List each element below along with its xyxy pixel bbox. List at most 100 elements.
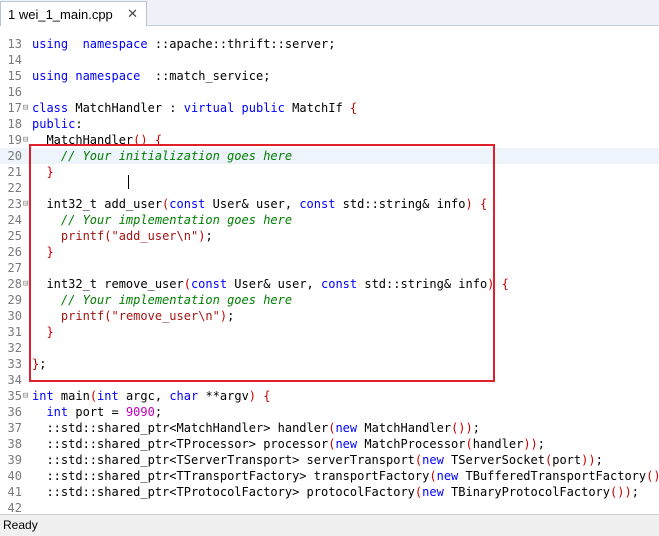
code-line[interactable]: 28 ⊟ int32_t remove_user(const User& user…: [0, 276, 659, 292]
line-number: 14: [7, 53, 22, 67]
line-number: 41: [7, 485, 22, 499]
text-cursor: [128, 175, 129, 189]
code-token: }: [46, 325, 54, 339]
code-token: ) {: [487, 277, 509, 291]
code-token: MatchHandler: [32, 133, 134, 147]
code-token: ;: [595, 453, 603, 467]
code-line[interactable]: 20 // Your initialization goes here: [0, 148, 659, 164]
code-line[interactable]: 23 ⊟ int32_t add_user(const User& user, c…: [0, 196, 659, 212]
code-text: };: [32, 356, 46, 372]
code-text: }: [32, 164, 54, 180]
code-token: )): [523, 437, 538, 451]
code-text: int port = 9090;: [32, 404, 162, 420]
code-line[interactable]: 27: [0, 260, 659, 276]
code-line[interactable]: 26 }: [0, 244, 659, 260]
fold-toggle-icon[interactable]: ⊟: [23, 196, 31, 212]
line-number: 17: [7, 101, 22, 115]
code-token: **argv: [198, 389, 249, 403]
code-token: main: [53, 389, 90, 403]
code-line[interactable]: 31 }: [0, 324, 659, 340]
tab-wei-1-main-cpp[interactable]: 1 wei_1_main.cpp ✕: [0, 1, 147, 26]
line-number: 23: [7, 197, 22, 211]
code-token: int: [32, 389, 54, 403]
code-line[interactable]: 21 }: [0, 164, 659, 180]
code-token: new: [422, 453, 444, 467]
code-line[interactable]: 24 // Your implementation goes here: [0, 212, 659, 228]
code-token: MatchProcessor: [357, 437, 466, 451]
code-token: ) {: [248, 389, 271, 403]
status-text: Ready: [3, 518, 38, 532]
code-line[interactable]: 34: [0, 372, 659, 388]
code-token: }: [46, 165, 54, 179]
code-line[interactable]: 35 ⊟ int main(int argc, char **argv) {: [0, 388, 659, 404]
fold-toggle-icon[interactable]: ⊟: [23, 132, 31, 148]
code-token: std::string& info: [357, 277, 488, 291]
code-token: ()): [610, 485, 632, 499]
line-number: 20: [7, 149, 22, 163]
code-line[interactable]: 14: [0, 52, 659, 68]
code-token: (: [104, 229, 112, 243]
fold-toggle-icon[interactable]: ⊟: [23, 100, 31, 116]
code-editor[interactable]: 13 using namespace ::apache::thrift::serv…: [0, 26, 659, 514]
line-number: 15: [7, 69, 22, 83]
code-token: "add_user\n": [111, 229, 199, 243]
line-number: 32: [7, 341, 22, 355]
code-line[interactable]: 18 public:: [0, 116, 659, 132]
code-line[interactable]: 40 ::std::shared_ptr<TTransportFactory> …: [0, 468, 659, 484]
code-line[interactable]: 15 using namespace ::match_service;: [0, 68, 659, 84]
code-line[interactable]: 38 ::std::shared_ptr<TProcessor> process…: [0, 436, 659, 452]
code-token: namespace: [82, 37, 148, 51]
code-token: namespace: [75, 69, 141, 83]
code-text: using namespace ::apache::thrift::server…: [32, 36, 335, 52]
code-token: port =: [68, 405, 126, 419]
code-line[interactable]: 32: [0, 340, 659, 356]
code-line[interactable]: 17 ⊟ class MatchHandler : virtual public M…: [0, 100, 659, 116]
code-token: new: [422, 485, 444, 499]
code-line[interactable]: 19 ⊟ MatchHandler() {: [0, 132, 659, 148]
code-text: int main(int argc, char **argv) {: [32, 388, 270, 404]
code-token: using: [32, 37, 69, 51]
code-token: "remove_user\n": [111, 309, 220, 323]
code-line[interactable]: 30 printf("remove_user\n");: [0, 308, 659, 324]
code-token: ::std::shared_ptr<TServerTransport> serv…: [32, 453, 415, 467]
code-line[interactable]: 25 printf("add_user\n");: [0, 228, 659, 244]
tab-bar: 1 wei_1_main.cpp ✕: [0, 0, 659, 26]
tab-label: 1 wei_1_main.cpp: [8, 6, 113, 22]
code-token: int: [97, 389, 119, 403]
code-line[interactable]: 36 int port = 9090;: [0, 404, 659, 420]
line-number: 28: [7, 277, 22, 291]
code-text: // Your initialization goes here: [32, 148, 292, 164]
code-token: () {: [133, 133, 163, 147]
code-text: ::std::shared_ptr<MatchHandler> handler (…: [32, 420, 480, 436]
code-token: public: [241, 101, 285, 115]
code-token: }: [46, 245, 54, 259]
line-number: 40: [7, 469, 22, 483]
code-line[interactable]: 42: [0, 500, 659, 514]
code-line[interactable]: 29 // Your implementation goes here: [0, 292, 659, 308]
status-bar: Ready: [0, 514, 659, 536]
fold-toggle-icon[interactable]: ⊟: [23, 276, 31, 292]
code-text: class MatchHandler : virtual public Matc…: [32, 100, 357, 116]
line-number: 33: [7, 357, 22, 371]
code-token: int: [46, 405, 69, 419]
code-token: ;: [631, 485, 639, 499]
code-token: (: [104, 309, 112, 323]
fold-toggle-icon[interactable]: ⊟: [23, 388, 31, 404]
code-line[interactable]: 37 ::std::shared_ptr<MatchHandler> handl…: [0, 420, 659, 436]
code-line[interactable]: 33};: [0, 356, 659, 372]
code-token: printf: [60, 229, 105, 243]
code-line[interactable]: 16: [0, 84, 659, 100]
code-token: new: [335, 421, 358, 435]
code-token: ;: [205, 229, 213, 243]
code-line[interactable]: 41 ::std::shared_ptr<TProtocolFactory> p…: [0, 484, 659, 500]
code-line[interactable]: 39 ::std::shared_ptr<TServerTransport> s…: [0, 452, 659, 468]
code-text: ::std::shared_ptr<TProcessor> processor (…: [32, 436, 545, 452]
code-line[interactable]: 13 using namespace ::apache::thrift::serv…: [0, 36, 659, 52]
code-token: {: [349, 101, 358, 115]
close-icon[interactable]: ✕: [127, 6, 138, 22]
line-number: 21: [7, 165, 22, 179]
code-line[interactable]: 22: [0, 180, 659, 196]
